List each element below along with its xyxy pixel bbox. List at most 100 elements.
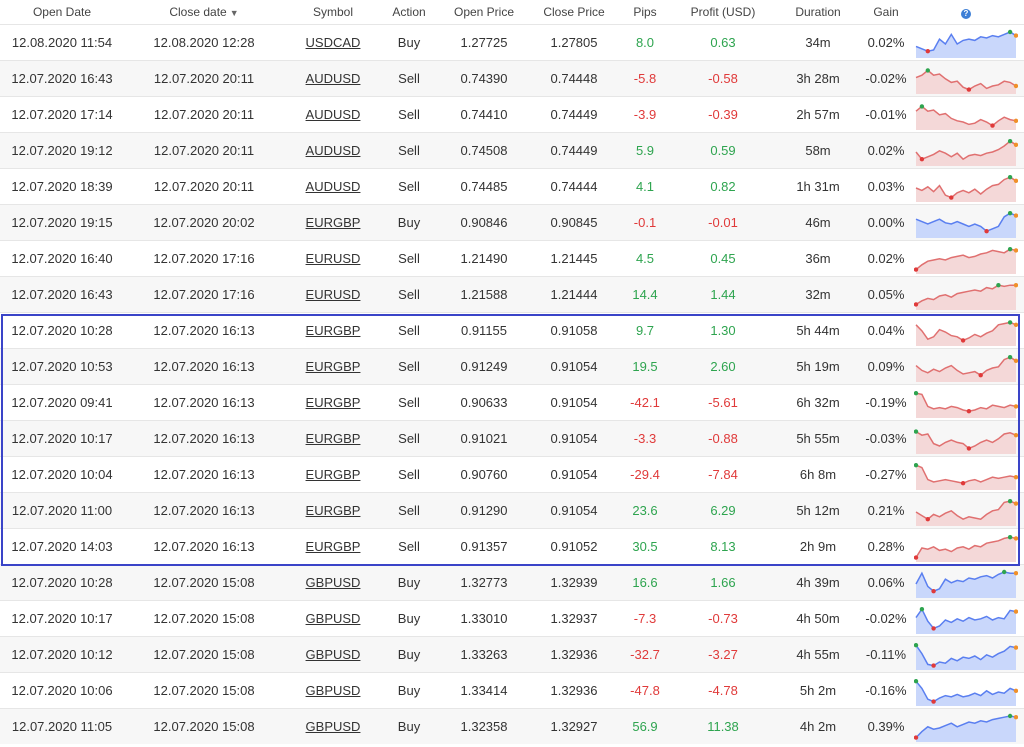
pips-cell: -3.9 <box>616 96 674 133</box>
sparkline-area <box>916 431 1016 454</box>
table-row[interactable]: 12.07.2020 11:00 12.07.2020 16:13 EURGBP Se… <box>0 492 1024 529</box>
header-duration[interactable]: Duration <box>772 0 864 25</box>
table-row[interactable]: 12.07.2020 09:41 12.07.2020 16:13 EURGBP Se… <box>0 384 1024 421</box>
sparkline-last-marker <box>1013 500 1018 506</box>
duration-cell: 36m <box>772 240 864 277</box>
table-row[interactable]: 12.07.2020 10:12 12.07.2020 15:08 GBPUSD Bu… <box>0 636 1024 673</box>
question-circle-icon[interactable]: ? <box>961 9 971 19</box>
sparkline-low-marker <box>966 445 972 451</box>
table-row[interactable]: 12.07.2020 19:15 12.07.2020 20:02 EURGBP Bu… <box>0 204 1024 241</box>
pips-cell: 8.0 <box>635 35 655 50</box>
sparkline-area <box>916 248 1016 274</box>
sparkline-last-marker <box>1013 83 1018 88</box>
table-row[interactable]: 12.07.2020 10:06 12.07.2020 15:08 GBPUSD Bu… <box>0 672 1024 709</box>
price-sparkline-chart <box>915 498 1018 526</box>
symbol-link[interactable]: EURGBP <box>306 215 361 230</box>
table-row[interactable]: 12.07.2020 10:28 12.07.2020 15:08 GBPUSD Bu… <box>0 564 1024 601</box>
sparkline-low-marker <box>966 408 972 413</box>
table-row[interactable]: 12.07.2020 10:53 12.07.2020 16:13 EURGBP Se… <box>0 348 1024 385</box>
open-price-cell: 0.91357 <box>460 539 508 554</box>
symbol-link[interactable]: GBPUSD <box>306 611 361 626</box>
duration-cell: 3h 28m <box>796 71 840 86</box>
profit-cell: -0.01 <box>708 215 738 230</box>
symbol-link[interactable]: AUDUSD <box>306 179 361 194</box>
symbol-link[interactable]: EURGBP <box>306 467 361 482</box>
price-sparkline-chart <box>914 246 1018 274</box>
table-row[interactable]: 12.07.2020 14:03 12.07.2020 16:13 EURGBP Se… <box>0 528 1024 565</box>
symbol-link[interactable]: AUDUSD <box>306 107 361 122</box>
table-row[interactable]: 12.07.2020 16:43 12.07.2020 20:11 AUDUSD Se… <box>0 60 1024 97</box>
open-price-cell: 0.74485 <box>436 168 532 205</box>
header-open-price[interactable]: Open Price <box>436 0 532 25</box>
header-symbol[interactable]: Symbol <box>284 0 382 25</box>
pips-cell: 4.1 <box>616 168 674 205</box>
symbol-link[interactable]: EURGBP <box>306 359 361 374</box>
table-row[interactable]: 12.07.2020 19:12 12.07.2020 20:11 AUDUSD Se… <box>0 132 1024 169</box>
profit-cell: -7.84 <box>708 467 738 482</box>
symbol-link[interactable]: GBPUSD <box>306 647 361 662</box>
open-date-cell: 12.07.2020 11:00 <box>0 492 124 529</box>
symbol-link[interactable]: EURGBP <box>306 395 361 410</box>
sparkline-cell <box>908 168 1024 205</box>
symbol-link[interactable]: AUDUSD <box>306 143 361 158</box>
pips-cell: 16.6 <box>632 575 658 590</box>
header-open-date[interactable]: Open Date <box>0 0 124 25</box>
profit-cell: -0.01 <box>674 204 772 241</box>
action-cell: Buy <box>397 611 421 626</box>
symbol-link[interactable]: EURGBP <box>306 431 361 446</box>
close-date-cell: 12.07.2020 15:08 <box>153 611 255 626</box>
table-row[interactable]: 12.07.2020 16:40 12.07.2020 17:16 EURUSD Se… <box>0 240 1024 277</box>
duration-cell: 5h 55m <box>796 431 840 446</box>
table-row[interactable]: 12.07.2020 11:05 12.07.2020 15:08 GBPUSD Bu… <box>0 708 1024 744</box>
header-close-date[interactable]: Close date ▼ <box>124 0 284 25</box>
open-date-cell: 12.07.2020 19:12 <box>0 132 124 169</box>
sparkline-cell <box>908 456 1024 493</box>
symbol-link[interactable]: EURGBP <box>306 503 361 518</box>
header-gain[interactable]: Gain <box>864 0 908 25</box>
table-row[interactable]: 12.07.2020 10:28 12.07.2020 16:13 EURGBP Se… <box>0 312 1024 349</box>
sparkline-high-marker <box>914 428 919 434</box>
sparkline-last-marker <box>1013 714 1018 719</box>
table-row[interactable]: 12.07.2020 18:39 12.07.2020 20:11 AUDUSD Se… <box>0 168 1024 205</box>
symbol-link[interactable]: EURUSD <box>306 287 361 302</box>
close-price-cell: 0.91052 <box>550 539 598 554</box>
close-price-cell: 1.32936 <box>532 636 616 673</box>
header-close-price[interactable]: Close Price <box>532 0 616 25</box>
open-date-cell: 12.07.2020 18:39 <box>0 168 124 205</box>
symbol-link[interactable]: AUDUSD <box>306 71 361 86</box>
header-pips[interactable]: Pips <box>616 0 674 25</box>
profit-cell: 0.59 <box>710 143 736 158</box>
table-row[interactable]: 12.07.2020 10:04 12.07.2020 16:13 EURGBP Se… <box>0 456 1024 493</box>
open-price-cell: 1.33414 <box>436 672 532 709</box>
symbol-link[interactable]: GBPUSD <box>306 575 361 590</box>
table-row[interactable]: 12.07.2020 10:17 12.07.2020 15:08 GBPUSD Bu… <box>0 600 1024 637</box>
table-row[interactable]: 12.07.2020 17:14 12.07.2020 20:11 AUDUSD Se… <box>0 96 1024 133</box>
symbol-link[interactable]: EURGBP <box>306 323 361 338</box>
gain-cell: -0.01% <box>865 107 907 122</box>
pips-cell: 56.9 <box>632 719 658 734</box>
table-row[interactable]: 12.07.2020 10:17 12.07.2020 16:13 EURGBP Se… <box>0 420 1024 457</box>
open-price-cell: 0.90633 <box>460 395 508 410</box>
close-price-cell: 0.90845 <box>550 215 598 230</box>
close-price-cell: 0.91054 <box>550 359 598 374</box>
header-profit[interactable]: Profit (USD) <box>674 0 772 25</box>
symbol-link[interactable]: EURGBP <box>306 539 361 554</box>
table-row[interactable]: 12.07.2020 16:43 12.07.2020 17:16 EURUSD Se… <box>0 276 1024 313</box>
close-price-cell: 1.32927 <box>532 708 616 744</box>
profit-cell: -7.84 <box>674 456 772 493</box>
price-sparkline-chart <box>915 103 1018 130</box>
symbol-link[interactable]: GBPUSD <box>306 683 361 698</box>
symbol-cell: EURGBP <box>284 384 382 421</box>
duration-cell: 5h 55m <box>772 420 864 457</box>
header-action[interactable]: Action <box>382 0 436 25</box>
duration-cell: 6h 32m <box>772 384 864 421</box>
open-price-cell: 0.90846 <box>436 204 532 241</box>
sparkline-area <box>916 392 1016 418</box>
action-cell: Sell <box>398 143 420 158</box>
duration-cell: 2h 9m <box>772 528 864 565</box>
symbol-link[interactable]: USDCAD <box>306 35 361 50</box>
open-price-cell: 0.91290 <box>436 492 532 529</box>
table-row[interactable]: 12.08.2020 11:54 12.08.2020 12:28 USDCAD Bu… <box>0 24 1024 61</box>
symbol-link[interactable]: EURUSD <box>306 251 361 266</box>
symbol-link[interactable]: GBPUSD <box>306 719 361 734</box>
